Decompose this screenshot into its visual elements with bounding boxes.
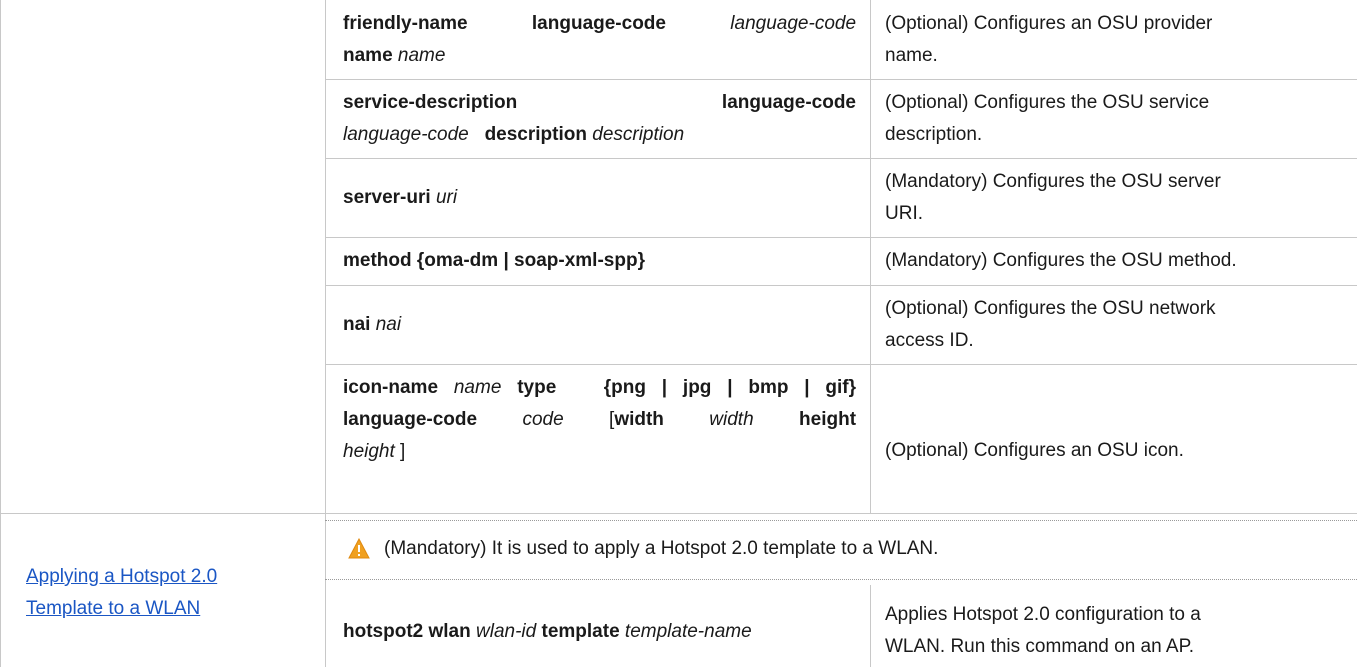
row-divider-5 — [325, 364, 1357, 365]
row-divider-3 — [325, 237, 1357, 238]
description-cell: (Optional) Configures the OSU service de… — [885, 92, 1210, 145]
description-cell: (Mandatory) Configures the OSU method. — [885, 250, 1237, 271]
note-border-top — [325, 520, 1357, 521]
table-border-col2 — [870, 0, 871, 514]
row-divider-2 — [325, 158, 1357, 159]
description-cell: (Optional) Configures the OSU network ac… — [885, 298, 1216, 351]
section-link-cell: Applying a Hotspot 2.0 Template to a WLA… — [26, 561, 316, 625]
table-border-col2-lower — [870, 585, 871, 667]
command-line: icon-name name type {png | jpg | bmp | g… — [343, 377, 857, 398]
command-cell: method {oma-dm | soap-xml-spp} — [343, 245, 856, 277]
note-text: (Mandatory) It is used to apply a Hotspo… — [384, 538, 939, 559]
command-cell: friendly-name language-code language-cod… — [343, 8, 856, 72]
description-cell: Applies Hotspot 2.0 configuration to a W… — [885, 604, 1201, 657]
command-cell: server-uri uri — [343, 182, 856, 214]
table-border-left — [0, 0, 1, 667]
command-line: language-code code [width width height — [343, 409, 857, 430]
note-border-bottom — [325, 579, 1357, 580]
command-line: friendly-name language-code language-cod… — [343, 13, 857, 34]
table-border-col1 — [325, 0, 326, 667]
command-line: nai nai — [343, 314, 402, 335]
command-cell: hotspot2 wlan wlan-id template template-… — [343, 621, 752, 642]
command-line: method {oma-dm | soap-xml-spp} — [343, 250, 645, 271]
command-cell: nai nai — [343, 309, 856, 341]
command-cell: icon-name name type {png | jpg | bmp | g… — [343, 372, 856, 468]
warning-triangle-icon — [348, 538, 370, 559]
command-line: language-code description description — [343, 124, 685, 145]
command-line: service-description language-code — [343, 92, 856, 113]
description-cell: (Optional) Configures an OSU provider na… — [885, 13, 1213, 66]
command-cell: service-description language-code langua… — [343, 87, 856, 151]
command-line: name name — [343, 45, 446, 66]
command-line: server-uri uri — [343, 187, 458, 208]
section-divider — [0, 513, 1357, 514]
command-table: friendly-name language-code language-cod… — [0, 0, 1357, 667]
section-link-line1[interactable]: Applying a Hotspot 2.0 — [26, 561, 316, 593]
section-link-line2[interactable]: Template to a WLAN — [26, 593, 316, 625]
row-divider-4 — [325, 285, 1357, 286]
description-cell: (Optional) Configures an OSU icon. — [885, 440, 1184, 461]
description-cell: (Mandatory) Configures the OSU server UR… — [885, 171, 1221, 224]
command-line: height ] — [343, 441, 406, 462]
row-divider-1 — [325, 79, 1357, 80]
